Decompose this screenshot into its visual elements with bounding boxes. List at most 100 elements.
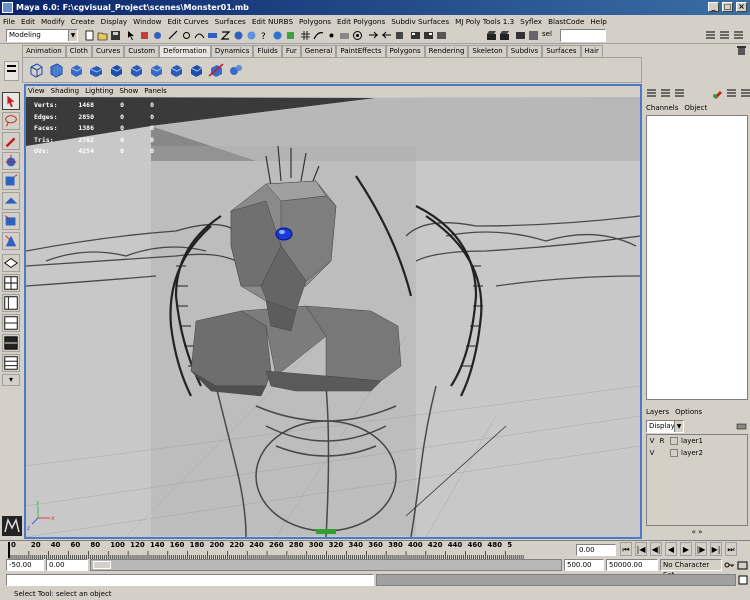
menu-syflex[interactable]: Syflex [520,17,542,26]
layer-color-swatch[interactable] [670,437,678,445]
select-by-dynamic-icon[interactable] [233,30,244,41]
current-time-field[interactable]: 0.00 [576,544,616,556]
show-tool-settings-icon[interactable] [719,30,730,41]
show-channel-box-icon[interactable] [733,30,744,41]
hypershade-persp-layout[interactable] [2,334,20,352]
menu-create[interactable]: Create [71,17,95,26]
menu-display[interactable]: Display [101,17,128,26]
step-forward-key-button[interactable]: |▶ [695,542,707,556]
wire-icon[interactable] [208,62,224,78]
menu-blastcode[interactable]: BlastCode [548,17,584,26]
shelf-tab-fur[interactable]: Fur [281,45,301,57]
persp-graph-hypergraph-layout[interactable] [2,354,20,372]
persp-outliner-layout[interactable] [2,294,20,312]
render-settings-icon[interactable] [436,30,447,41]
minimize-button[interactable]: _ [708,2,719,12]
bend-icon[interactable] [68,62,84,78]
shelf-tab-general[interactable]: General [300,45,337,57]
scale-tool[interactable] [2,192,20,210]
menu-edit-curves[interactable]: Edit Curves [168,17,209,26]
menu-edit[interactable]: Edit [21,17,35,26]
clapboard-icon-2[interactable] [499,30,510,41]
time-slider[interactable]: 0 20 40 60 80 100 120 140 160 180 200 220 240 260 280 3… [0,540,750,559]
squash-icon[interactable] [128,62,144,78]
shelf-menu-button[interactable] [4,61,19,81]
shelf-tab-rendering[interactable]: Rendering [424,45,469,57]
wrap-icon[interactable] [228,62,244,78]
layer-scroll-arrows[interactable]: « » [646,528,748,537]
menu-mj-poly-tools-1-3[interactable]: MJ Poly Tools 1.3 [455,17,514,26]
persp-graph-layout[interactable] [2,314,20,332]
lasso-tool[interactable] [2,112,20,130]
play-forwards-button[interactable]: ▶ [680,542,692,556]
display-icon[interactable] [726,88,737,99]
sine-icon[interactable] [108,62,124,78]
select-by-handle-icon[interactable] [168,30,179,41]
render-view-icon[interactable] [515,30,526,41]
snap-to-grid-icon[interactable] [300,30,311,41]
layer-color-swatch[interactable] [670,449,678,457]
show-manipulator-tool[interactable] [2,232,20,250]
select-tool[interactable] [2,92,20,110]
save-scene-icon[interactable] [110,30,121,41]
select-by-rendering-icon[interactable] [246,30,257,41]
close-button[interactable]: × [736,2,747,12]
current-time-marker[interactable] [8,542,10,558]
shelf-tab-subdivs[interactable]: Subdivs [506,45,543,57]
go-to-start-button[interactable]: ⏮ [620,542,632,556]
select-by-surface-icon[interactable] [207,30,218,41]
select-misc-icon[interactable]: ? [259,30,270,41]
select-by-joint-icon[interactable] [181,30,192,41]
animation-end-field[interactable]: 50000.00 [606,559,658,571]
quick-selection-field[interactable] [560,29,606,42]
paint-select-tool[interactable] [2,132,20,150]
select-hierarchy-icon[interactable] [126,30,137,41]
go-to-end-button[interactable]: ⏭ [725,542,737,556]
layers-menu[interactable]: Layers [646,408,669,416]
menu-help[interactable]: Help [590,17,606,26]
open-scene-icon[interactable] [97,30,108,41]
playback-start-field[interactable]: 0.00 [46,559,88,571]
universal-manipulator-tool[interactable] [2,212,20,230]
input-ops-icon[interactable] [368,30,379,41]
hypershade-icon[interactable] [528,30,539,41]
mel-command-input[interactable] [6,574,374,586]
range-slider-bar[interactable] [90,559,562,571]
construction-history-icon[interactable] [394,30,405,41]
lock-selection-icon[interactable] [272,30,283,41]
range-slider-handle[interactable] [93,561,111,569]
panel-menu-shading[interactable]: Shading [51,87,79,95]
menu-window[interactable]: Window [133,17,161,26]
menu-subdiv-surfaces[interactable]: Subdiv Surfaces [391,17,449,26]
menu-polygons[interactable]: Polygons [299,17,331,26]
flare-icon[interactable] [88,62,104,78]
step-back-key-button[interactable]: ◀| [650,542,662,556]
snap-to-curve-icon[interactable] [313,30,324,41]
ipr-render-icon[interactable] [423,30,434,41]
create-layer-icon[interactable] [736,421,747,432]
layout-expand-button[interactable]: ▾ [2,374,20,386]
show-attribute-editor-icon[interactable] [705,30,716,41]
output-ops-icon[interactable] [381,30,392,41]
select-by-deformation-icon[interactable] [220,30,231,41]
script-editor-icon[interactable] [738,575,748,585]
panel-menu-lighting[interactable]: Lighting [85,87,113,95]
shelf-tab-fluids[interactable]: Fluids [253,45,282,57]
shelf-tab-skeleton[interactable]: Skeleton [468,45,507,57]
step-back-button[interactable]: |◀ [635,542,647,556]
menu-modify[interactable]: Modify [41,17,65,26]
panel-menu-panels[interactable]: Panels [144,87,167,95]
menu-set-dropdown[interactable]: Modeling ▼ [6,29,78,42]
cluster-icon[interactable] [48,62,64,78]
menu-file[interactable]: File [3,17,15,26]
menu-edit-nurbs[interactable]: Edit NURBS [252,17,293,26]
shelf-tab-cloth[interactable]: Cloth [65,45,92,57]
character-set-field[interactable]: No Character Set [660,559,722,579]
maximize-button[interactable]: □ [722,2,733,12]
tool-settings-icon[interactable] [740,88,750,99]
make-live-icon[interactable] [352,30,363,41]
layer-display-dropdown[interactable]: Display ▼ [646,420,684,433]
animation-start-field[interactable]: -50.00 [6,559,44,571]
channels-menu[interactable]: Channels [646,104,678,112]
panel-menu-show[interactable]: Show [119,87,138,95]
